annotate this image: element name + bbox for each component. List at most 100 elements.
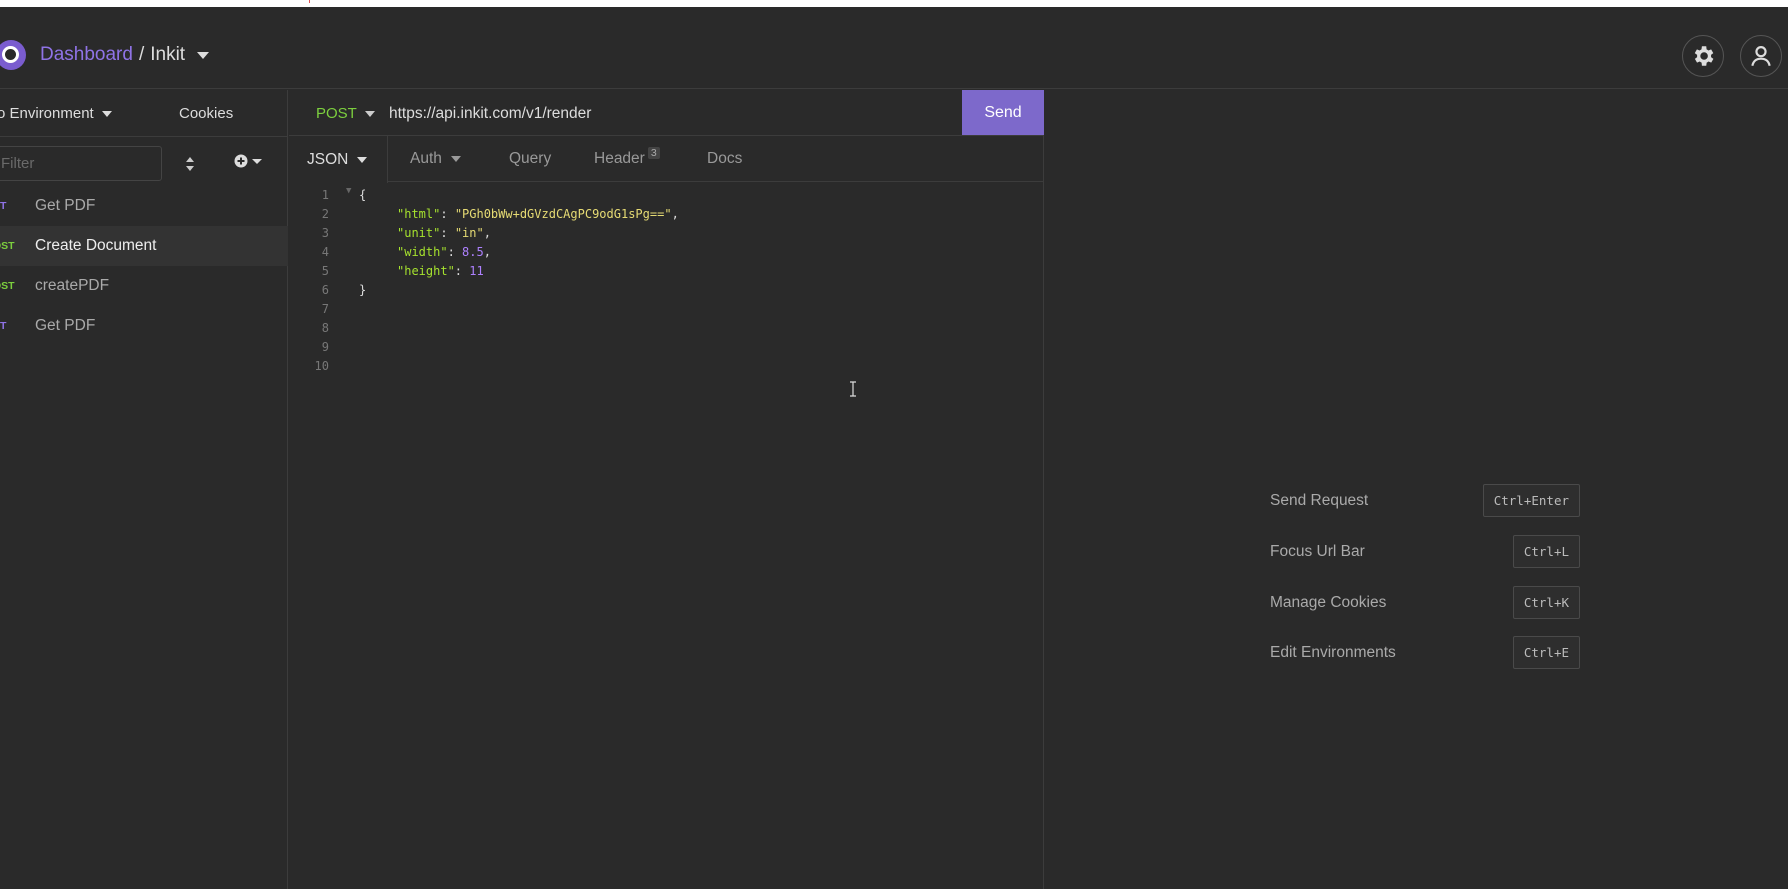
tab-docs[interactable]: Docs: [707, 136, 742, 182]
sidebar: o Environment Cookies ET Get PDF OST Cre…: [0, 90, 288, 889]
sort-icon[interactable]: [183, 152, 197, 176]
line-number: 4: [321, 245, 329, 259]
shortcut-label: Manage Cookies: [1270, 594, 1387, 611]
breadcrumb: Dashboard / Inkit: [40, 44, 210, 66]
list-item[interactable]: ET Get PDF: [0, 306, 288, 346]
method-badge: OST: [0, 240, 15, 252]
line-number: 7: [321, 302, 329, 316]
method-badge: ET: [0, 200, 7, 212]
tab-label: JSON: [307, 150, 349, 168]
code-text: }: [359, 283, 367, 297]
code-text: "width": 8.5,: [397, 245, 491, 259]
url-input[interactable]: [389, 100, 949, 128]
list-item[interactable]: OST createPDF: [0, 266, 288, 306]
code-line: 10: [289, 359, 1044, 378]
chevron-down-icon: [252, 158, 262, 164]
tab-auth[interactable]: Auth: [410, 136, 461, 182]
tab-header[interactable]: Header 3: [594, 136, 660, 182]
shortcut-label: Focus Url Bar: [1270, 543, 1365, 560]
list-item[interactable]: ET Get PDF: [0, 186, 288, 226]
json-key: "height": [397, 264, 455, 278]
plus-circle-icon: [234, 154, 248, 168]
request-tabs: JSON Auth Query Header 3 Docs: [289, 136, 1044, 183]
line-number: 10: [314, 359, 329, 373]
json-key: "unit": [397, 226, 441, 240]
send-button[interactable]: Send: [962, 90, 1044, 135]
chevron-down-icon: [364, 110, 375, 117]
request-name: createPDF: [35, 277, 110, 294]
header-count-badge: 3: [647, 147, 660, 159]
app-header: Dashboard / Inkit: [0, 7, 1788, 89]
shortcut-send-request: Send Request Ctrl+Enter: [1270, 484, 1580, 520]
chevron-down-icon: [357, 156, 368, 163]
code-line: 7: [289, 302, 1044, 321]
user-icon: [1751, 46, 1771, 67]
json-editor[interactable]: 1 ▼ { 2 "html": "PGh0bWw+dGVzdCAgPC9odG1…: [289, 183, 1044, 889]
code-text: "height": 11: [397, 264, 484, 278]
method-badge: ET: [0, 320, 7, 332]
code-text: {: [359, 188, 367, 202]
shortcut-manage-cookies: Manage Cookies Ctrl+K: [1270, 586, 1580, 622]
url-bar: POST Send: [289, 90, 1044, 136]
code-line: 4 "width": 8.5,: [289, 245, 1044, 264]
fold-icon[interactable]: ▼: [346, 186, 351, 196]
json-key: "html": [397, 207, 441, 221]
code-line: 5 "height": 11: [289, 264, 1044, 283]
method-dropdown[interactable]: POST: [316, 105, 375, 122]
workspace-dropdown-icon[interactable]: [197, 51, 210, 59]
environment-bar: o Environment Cookies: [0, 90, 288, 137]
logo-icon[interactable]: [0, 40, 26, 70]
line-number: 2: [321, 207, 329, 221]
request-name: Create Document: [35, 237, 157, 254]
tab-query[interactable]: Query: [509, 136, 551, 182]
line-number: 6: [321, 283, 329, 297]
account-button[interactable]: [1740, 35, 1782, 77]
chevron-down-icon: [101, 110, 112, 117]
line-number: 1: [321, 188, 329, 202]
request-list: ET Get PDF OST Create Document OST creat…: [0, 186, 288, 346]
environment-selector[interactable]: o Environment: [0, 105, 112, 122]
request-name: Get PDF: [35, 197, 96, 214]
code-line: 1 ▼ {: [289, 186, 1044, 207]
tab-label: Docs: [707, 150, 743, 167]
request-pane: POST Send JSON Auth Query Header 3 Docs …: [289, 90, 1044, 889]
line-number: 9: [321, 340, 329, 354]
json-value: "in": [454, 226, 484, 240]
shortcut-focus-url: Focus Url Bar Ctrl+L: [1270, 535, 1580, 571]
tab-json[interactable]: JSON: [289, 136, 388, 183]
tab-label: Header: [594, 150, 645, 167]
code-line: 2 "html": "PGh0bWw+dGVzdCAgPC9odG1sPg=="…: [289, 207, 1044, 226]
filter-row: [0, 137, 288, 186]
json-key: "width": [397, 245, 448, 259]
settings-button[interactable]: [1682, 35, 1724, 77]
shortcut-key: Ctrl+K: [1512, 586, 1580, 619]
json-value: 8.5: [462, 245, 484, 259]
shortcut-key: Ctrl+Enter: [1482, 484, 1580, 517]
filter-input[interactable]: [0, 146, 162, 181]
shortcut-label: Send Request: [1270, 492, 1369, 509]
json-trail: ,: [671, 207, 679, 221]
line-number: 3: [321, 226, 329, 240]
code-line: 6 }: [289, 283, 1044, 302]
json-value: 11: [469, 264, 484, 278]
dashboard-link[interactable]: Dashboard: [40, 44, 133, 66]
response-pane: Send Request Ctrl+Enter Focus Url Bar Ct…: [1045, 90, 1788, 889]
line-number: 8: [321, 321, 329, 335]
method-badge: OST: [0, 280, 15, 292]
list-item[interactable]: OST Create Document: [0, 226, 288, 266]
strip-marker: [309, 0, 310, 3]
shortcut-key: Ctrl+E: [1512, 636, 1580, 669]
tab-label: Query: [509, 150, 552, 167]
cookies-button[interactable]: Cookies: [179, 105, 233, 122]
breadcrumb-separator: /: [138, 44, 145, 65]
code-text: "html": "PGh0bWw+dGVzdCAgPC9odG1sPg==",: [397, 207, 679, 221]
code-text: "unit": "in",: [397, 226, 491, 240]
workspace-name[interactable]: Inkit: [150, 44, 185, 66]
shortcut-label: Edit Environments: [1270, 644, 1396, 661]
shortcut-edit-environments: Edit Environments Ctrl+E: [1270, 636, 1580, 672]
method-label: POST: [316, 105, 357, 122]
text-cursor-icon: [850, 381, 856, 397]
json-trail: ,: [483, 226, 491, 240]
add-request-button[interactable]: [234, 154, 262, 168]
environment-label: o Environment: [0, 105, 94, 122]
